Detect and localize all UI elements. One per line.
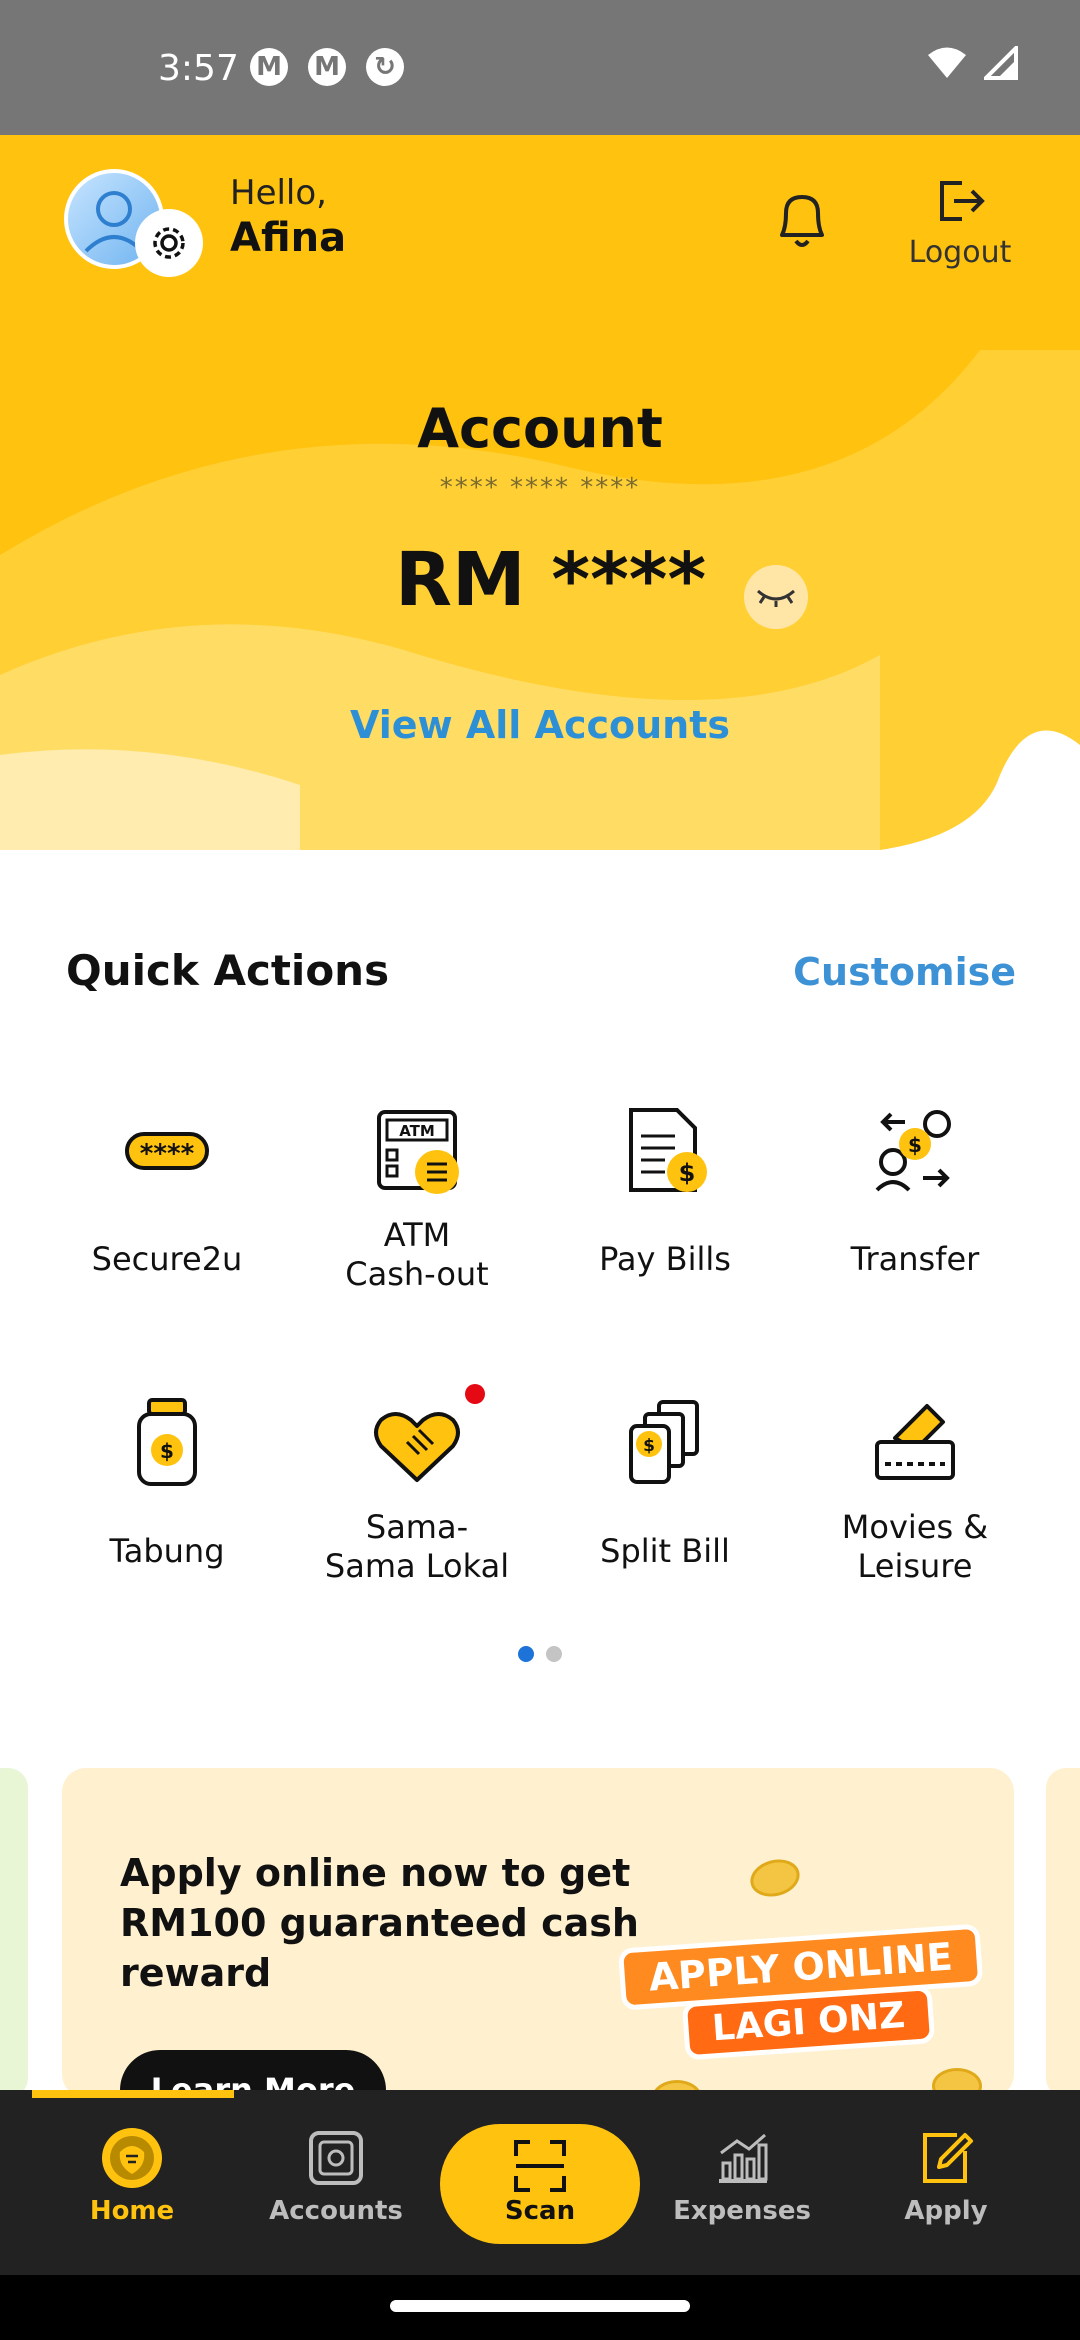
pay-bills-icon: $ xyxy=(629,1108,707,1192)
nav-scan-button[interactable]: Scan xyxy=(440,2124,640,2244)
safe-icon xyxy=(309,2131,363,2185)
bell-icon xyxy=(780,195,824,247)
logout-icon xyxy=(940,181,985,221)
svg-text:$: $ xyxy=(160,1439,174,1463)
scan-icon xyxy=(514,2140,566,2192)
notification-dot xyxy=(465,1384,485,1404)
logout-button[interactable]: Logout xyxy=(900,175,1020,270)
handshake-icon xyxy=(374,1412,460,1482)
page-dot[interactable] xyxy=(546,1646,562,1662)
quick-action-transfer[interactable]: $ Transfer xyxy=(790,1100,1040,1279)
notifications-button[interactable] xyxy=(772,187,832,257)
nav-label: Accounts xyxy=(269,2196,403,2226)
quick-action-label: Pay Bills xyxy=(599,1240,731,1278)
quick-action-label: Sama- Sama Lokal xyxy=(324,1508,510,1585)
movie-ticket-icon xyxy=(875,1404,955,1480)
nav-home[interactable]: Home xyxy=(32,2090,232,2275)
nav-accounts[interactable]: Accounts xyxy=(236,2090,436,2275)
quick-action-pay-bills[interactable]: $ Pay Bills xyxy=(540,1100,790,1279)
svg-text:$: $ xyxy=(908,1133,922,1157)
quick-action-secure2u[interactable]: **** Secure2u xyxy=(42,1100,292,1279)
secure2u-icon: **** xyxy=(125,1132,209,1170)
page-indicator xyxy=(0,1646,1080,1662)
next-banner-peek[interactable] xyxy=(1046,1768,1080,2098)
bottom-navigation: Home Accounts Scan Expenses Apply xyxy=(0,2090,1080,2275)
quick-action-split-bill[interactable]: $ Split Bill xyxy=(540,1392,790,1571)
user-name: Afina xyxy=(230,215,347,261)
svg-text:****: **** xyxy=(140,1139,195,1169)
toggle-balance-visibility-button[interactable] xyxy=(744,565,808,629)
status-right-icons xyxy=(926,46,1018,80)
nav-label: Scan xyxy=(504,2196,576,2226)
quick-action-label: Split Bill xyxy=(600,1532,730,1570)
tiger-logo-icon xyxy=(102,2128,162,2188)
previous-banner-peek[interactable] xyxy=(0,1768,28,2098)
status-time: 3:57 xyxy=(158,48,239,89)
status-bar: 3:57 M M ↻ xyxy=(0,0,1080,135)
quick-action-movies-leisure[interactable]: Movies & Leisure xyxy=(790,1392,1040,1586)
quick-action-label: Secure2u xyxy=(91,1240,243,1278)
quick-action-label: Tabung xyxy=(109,1532,225,1570)
quick-action-label: Movies & Leisure xyxy=(841,1508,989,1585)
maybank-notification-icon: M xyxy=(308,48,346,86)
settings-button[interactable] xyxy=(135,209,203,277)
greeting: Hello, xyxy=(230,173,327,213)
account-title: Account xyxy=(417,397,663,460)
account-header: Hello, Afina Logout Account **** **** **… xyxy=(0,135,1080,850)
svg-text:ATM: ATM xyxy=(399,1122,435,1140)
wifi-icon xyxy=(928,47,966,78)
transfer-icon: $ xyxy=(875,1110,951,1192)
svg-text:$: $ xyxy=(643,1436,655,1456)
account-number-masked: **** **** **** xyxy=(439,473,641,503)
quick-action-atm-cashout[interactable]: ATM ATM Cash-out xyxy=(292,1100,542,1294)
customise-link[interactable]: Customise xyxy=(793,950,1016,994)
nav-label: Expenses xyxy=(673,2196,811,2226)
quick-actions-title: Quick Actions xyxy=(66,946,390,995)
coin-icon xyxy=(746,1854,804,1902)
apply-online-badge: APPLY ONLINE LAGI ONZ xyxy=(617,1923,988,2079)
sync-notification-icon: ↻ xyxy=(366,48,404,86)
split-bill-icon: $ xyxy=(629,1400,699,1484)
chart-icon xyxy=(719,2133,768,2183)
logout-label: Logout xyxy=(908,235,1012,270)
quick-action-tabung[interactable]: $ Tabung xyxy=(42,1392,292,1571)
eye-closed-icon xyxy=(757,589,795,607)
promo-banner[interactable]: Apply online now to get RM100 guaranteed… xyxy=(62,1768,1014,2098)
edit-form-icon xyxy=(923,2133,973,2183)
home-gesture-bar[interactable] xyxy=(390,2300,690,2312)
account-balance: RM **** xyxy=(395,537,707,623)
nav-label: Apply xyxy=(904,2196,988,2226)
quick-action-sama-sama-lokal[interactable]: Sama- Sama Lokal xyxy=(292,1384,542,1586)
nav-label: Home xyxy=(89,2196,175,2226)
nav-expenses[interactable]: Expenses xyxy=(642,2090,842,2275)
atm-cashout-icon: ATM xyxy=(377,1110,459,1194)
page-dot-active[interactable] xyxy=(518,1646,534,1662)
tabung-jar-icon: $ xyxy=(137,1398,197,1486)
quick-action-label: ATM Cash-out xyxy=(345,1216,489,1293)
signal-icon xyxy=(984,46,1018,80)
maybank-notification-icon: M xyxy=(250,48,288,86)
active-tab-indicator xyxy=(32,2090,234,2098)
nav-apply[interactable]: Apply xyxy=(846,2090,1046,2275)
view-all-accounts-link[interactable]: View All Accounts xyxy=(0,703,1080,747)
quick-action-label: Transfer xyxy=(850,1240,980,1278)
notification-icons: M M ↻ xyxy=(250,48,404,86)
svg-text:$: $ xyxy=(679,1159,696,1187)
gear-icon xyxy=(153,227,185,259)
banner-headline: Apply online now to get RM100 guaranteed… xyxy=(120,1851,639,1995)
